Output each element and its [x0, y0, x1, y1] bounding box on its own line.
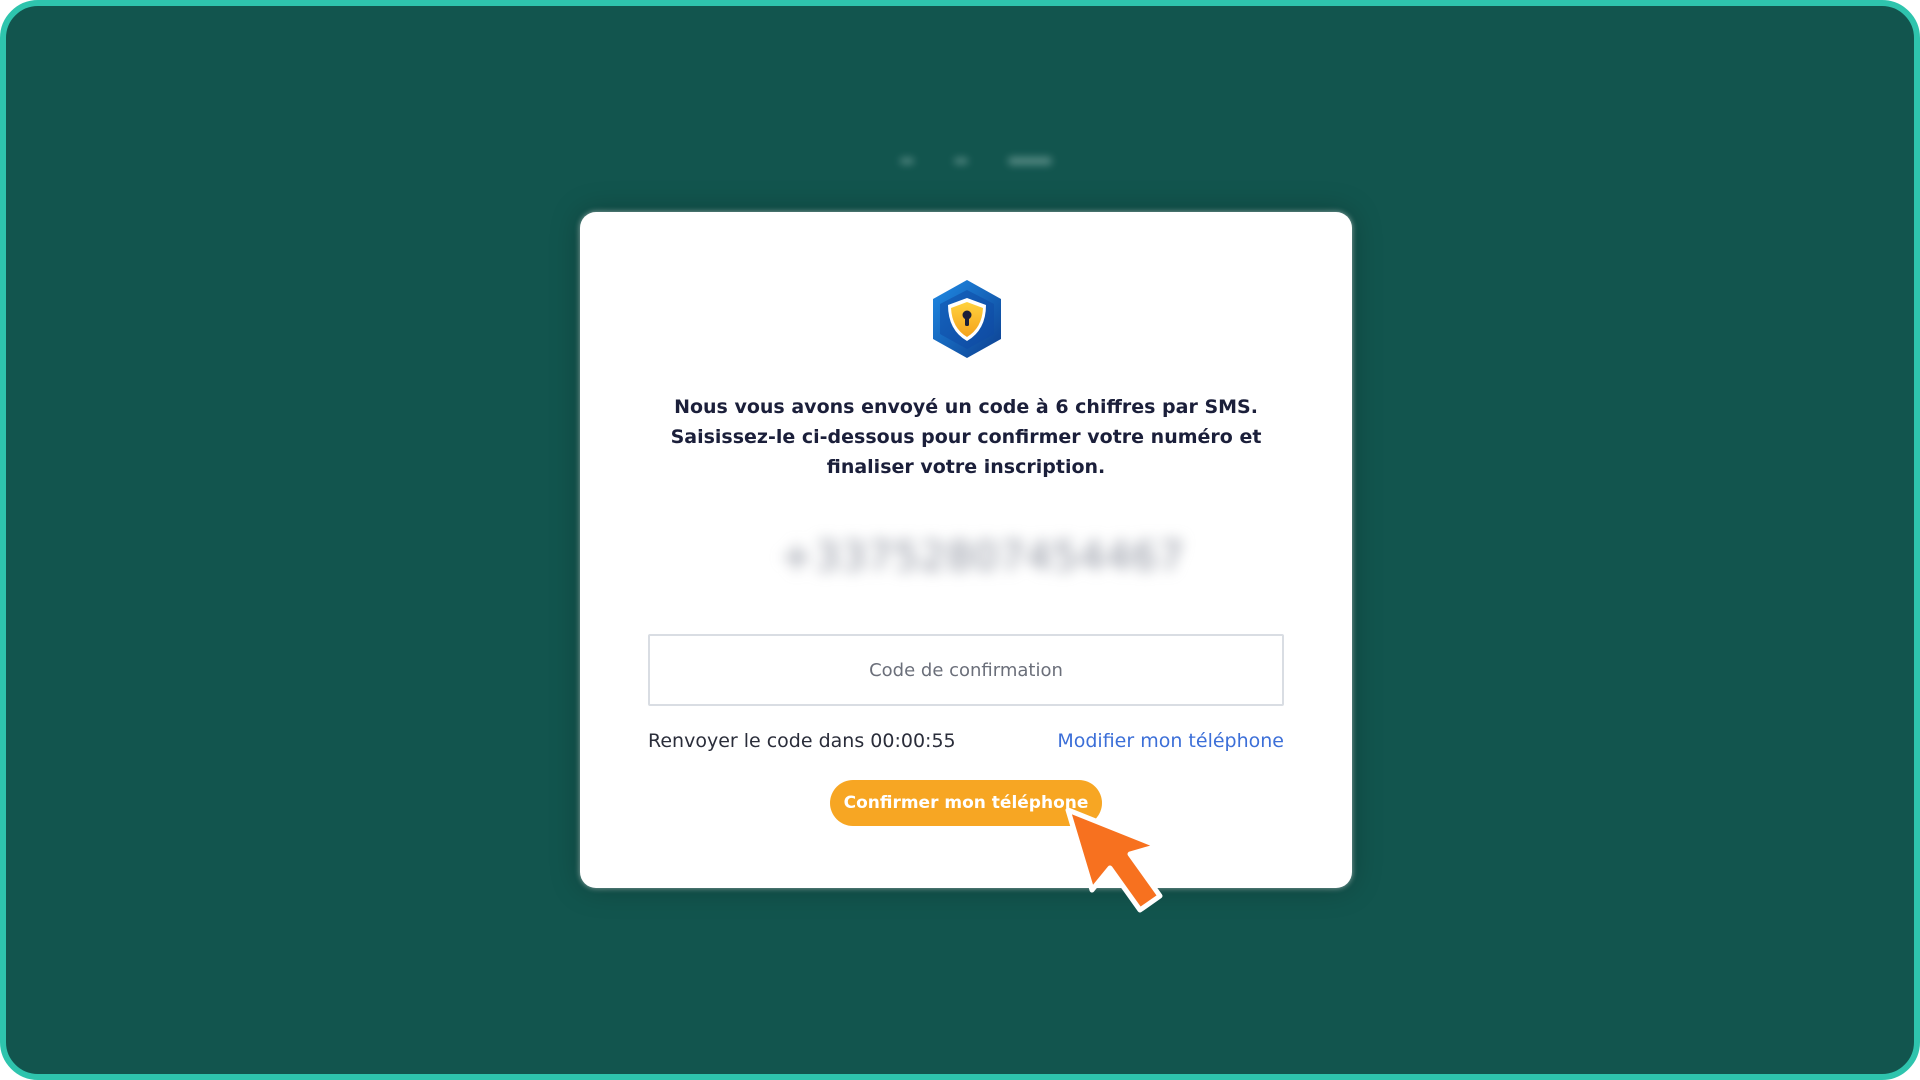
message-line-2: Saisissez-le ci-dessous pour confirmer v… [670, 426, 1262, 448]
verification-message: Nous vous avons envoyé un code à 6 chiff… [640, 392, 1292, 482]
app-frame: Nous vous avons envoyé un code à 6 chiff… [0, 0, 1920, 1080]
background-nav-bar [1008, 157, 1052, 165]
message-line-1: Nous vous avons envoyé un code à 6 chiff… [674, 396, 1258, 418]
phone-number: +33752807454467 [780, 534, 1185, 580]
blurred-background-nav [876, 146, 1076, 176]
shield-lock-icon [933, 280, 1001, 358]
modify-phone-link[interactable]: Modifier mon téléphone [1057, 730, 1284, 752]
cursor-arrow-icon [1065, 807, 1163, 913]
background-nav-dot [900, 158, 914, 164]
message-line-3: finaliser votre inscription. [826, 456, 1106, 478]
resend-code-timer: Renvoyer le code dans 00:00:55 [648, 730, 956, 752]
verification-card: Nous vous avons envoyé un code à 6 chiff… [580, 212, 1352, 888]
confirmation-code-input[interactable] [648, 634, 1284, 706]
background-nav-dot [954, 158, 968, 164]
